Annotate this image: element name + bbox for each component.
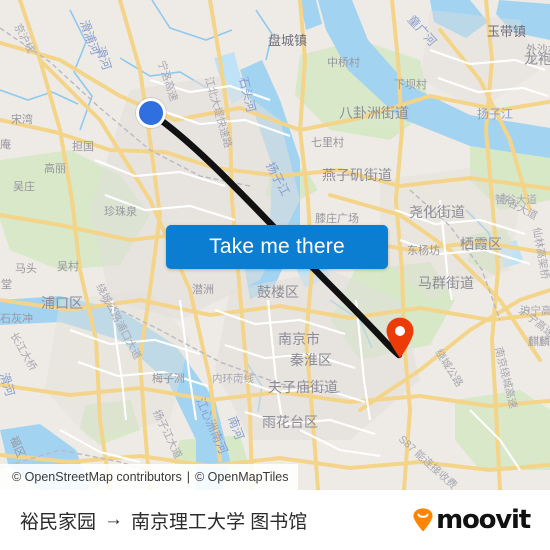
map-label: 吴庄 [13,179,35,193]
map-label: 马群街道 [418,275,474,291]
map-label: 八卦洲街道 [339,105,409,121]
route-summary: 裕民家园 → 南京理工大学 图书馆 [20,507,307,534]
map-label: 七里村 [311,135,344,149]
moovit-wordmark: moovit [436,505,531,535]
map-label: 尧化街道 [409,204,465,220]
map-label: 珍珠泉 [104,204,137,218]
map-label: 龙袍街 [524,51,550,67]
origin-marker[interactable] [136,98,166,128]
map-label: 雨花台区 [262,414,318,430]
take-me-there-button[interactable]: Take me there [166,225,388,269]
map-label: 栖霞区 [460,236,502,252]
map-label: 堂 [1,278,12,291]
map-label: 下坝村 [394,77,427,91]
map-label: 夫子庙街道 [268,379,338,395]
openmaptiles-attribution-link[interactable]: © OpenMapTiles [195,470,289,484]
map-label: 燕子矶街道 [322,167,392,183]
moovit-route-screenshot: 盘城镇玉带镇外沙村中桥村下坝村龙袍街八卦洲街道扬子江七里村燕子矶街道宋湾庵担国吴… [0,0,550,550]
map-label: 吴村 [57,259,79,273]
map-label: 鼓楼区 [257,284,299,300]
map-label: 梅子洲 [152,371,185,385]
map-label: 担国 [72,139,94,153]
map-label: 潜洲 [192,282,214,296]
map-label: 扬子江 [477,106,513,121]
destination-name[interactable]: 南京理工大学 图书馆 [131,507,307,534]
map-label: 高丽 [44,161,66,175]
map-label: 内环南线 [212,372,254,385]
origin-name[interactable]: 裕民家园 [20,507,96,534]
map-label: 浦口区 [41,295,83,311]
osm-attribution-link[interactable]: © OpenStreetMap contributors [12,470,182,484]
map-label: 秦淮区 [290,352,332,368]
map-label: 石灰冲 [0,311,33,325]
map-label: 膝庄广场 [315,211,359,225]
attribution-separator: | [186,470,190,484]
map-label: 东杨坊 [407,243,440,257]
map-label: 盘城镇 [268,33,307,48]
map-label: 中桥村 [327,55,360,69]
footer-bar: 裕民家园 → 南京理工大学 图书馆 moovit [0,490,550,550]
map-label: 庵 [0,137,11,151]
moovit-logo[interactable]: moovit [412,505,531,535]
map-label: 南京市 [278,331,320,347]
map-attribution: © OpenStreetMap contributors | © OpenMap… [0,464,299,490]
map-label: 玉带镇 [487,24,526,39]
map-label: 马头 [15,262,37,275]
map-canvas[interactable]: 盘城镇玉带镇外沙村中桥村下坝村龙袍街八卦洲街道扬子江七里村燕子矶街道宋湾庵担国吴… [0,0,550,490]
map-label: 宋湾 [11,112,33,126]
arrow-right-icon: → [104,509,124,530]
destination-marker[interactable] [385,317,415,359]
moovit-pin-icon [413,508,433,532]
